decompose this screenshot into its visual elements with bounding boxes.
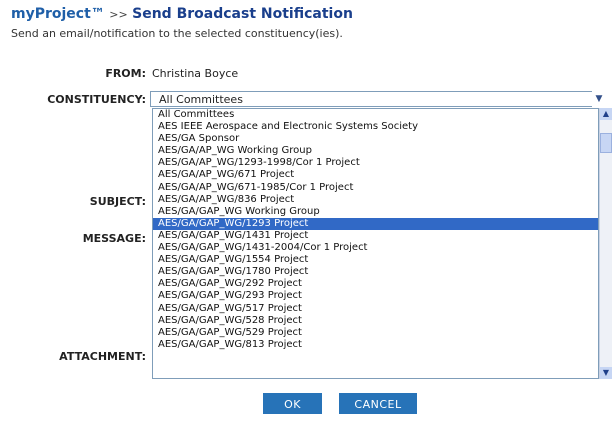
dropdown-option[interactable]: AES/GA/AP_WG/836 Project: [153, 194, 598, 206]
dropdown-option[interactable]: AES/GA/GAP_WG/813 Project: [153, 339, 598, 351]
dropdown-option[interactable]: AES/GA/GAP_WG/1431-2004/Cor 1 Project: [153, 242, 598, 254]
dropdown-option[interactable]: AES/GA/AP_WG/1293-1998/Cor 1 Project: [153, 157, 598, 169]
constituency-select[interactable]: All Committees ▼: [150, 91, 606, 107]
dropdown-option[interactable]: AES/GA/GAP_WG/292 Project: [153, 278, 598, 290]
page-heading: myProject™ >> Send Broadcast Notificatio…: [11, 6, 353, 22]
ok-button[interactable]: OK: [263, 393, 322, 414]
subject-label: SUBJECT:: [89, 195, 146, 208]
dropdown-option[interactable]: AES/GA/AP_WG/671 Project: [153, 169, 598, 181]
constituency-label: CONSTITUENCY:: [47, 93, 146, 106]
options-scrollbar[interactable]: ▲ ▼: [599, 108, 612, 379]
from-value: Christina Boyce: [152, 67, 239, 80]
from-label: FROM:: [105, 67, 146, 80]
dropdown-option[interactable]: AES/GA/GAP_WG/1431 Project: [153, 230, 598, 242]
dropdown-option[interactable]: AES/GA/AP_WG/671-1985/Cor 1 Project: [153, 182, 598, 194]
breadcrumb-separator: >>: [109, 8, 128, 21]
page-description: Send an email/notification to the select…: [11, 27, 343, 40]
dropdown-option[interactable]: AES/GA/GAP_WG/517 Project: [153, 303, 598, 315]
dropdown-option[interactable]: AES/GA/GAP_WG/1293 Project: [153, 217, 598, 230]
constituency-options-list[interactable]: All Committees AES IEEE Aerospace and Ele…: [152, 108, 599, 379]
dropdown-option[interactable]: AES/GA/AP_WG Working Group: [153, 145, 598, 157]
attachment-label: ATTACHMENT:: [59, 350, 146, 363]
dropdown-option[interactable]: AES/GA/GAP_WG/1780 Project: [153, 266, 598, 278]
dropdown-option[interactable]: AES/GA/GAP_WG Working Group: [153, 206, 598, 218]
constituency-selected-value: All Committees: [159, 93, 243, 106]
dropdown-option[interactable]: AES/GA Sponsor: [153, 133, 598, 145]
message-label: MESSAGE:: [82, 232, 146, 245]
dropdown-option[interactable]: All Committees: [153, 109, 598, 121]
arrow-up-icon[interactable]: ▲: [600, 108, 612, 120]
scrollbar-thumb[interactable]: [600, 133, 612, 153]
dropdown-option[interactable]: AES/GA/GAP_WG/293 Project: [153, 290, 598, 302]
app-name: myProject™: [11, 6, 105, 22]
dropdown-option[interactable]: AES IEEE Aerospace and Electronic System…: [153, 121, 598, 133]
chevron-down-icon[interactable]: ▼: [592, 91, 606, 107]
page-title: Send Broadcast Notification: [132, 6, 353, 22]
dropdown-option[interactable]: AES/GA/GAP_WG/1554 Project: [153, 254, 598, 266]
dropdown-option[interactable]: AES/GA/GAP_WG/528 Project: [153, 315, 598, 327]
dropdown-option[interactable]: AES/GA/GAP_WG/529 Project: [153, 327, 598, 339]
cancel-button[interactable]: CANCEL: [339, 393, 417, 414]
arrow-down-icon[interactable]: ▼: [600, 367, 612, 379]
